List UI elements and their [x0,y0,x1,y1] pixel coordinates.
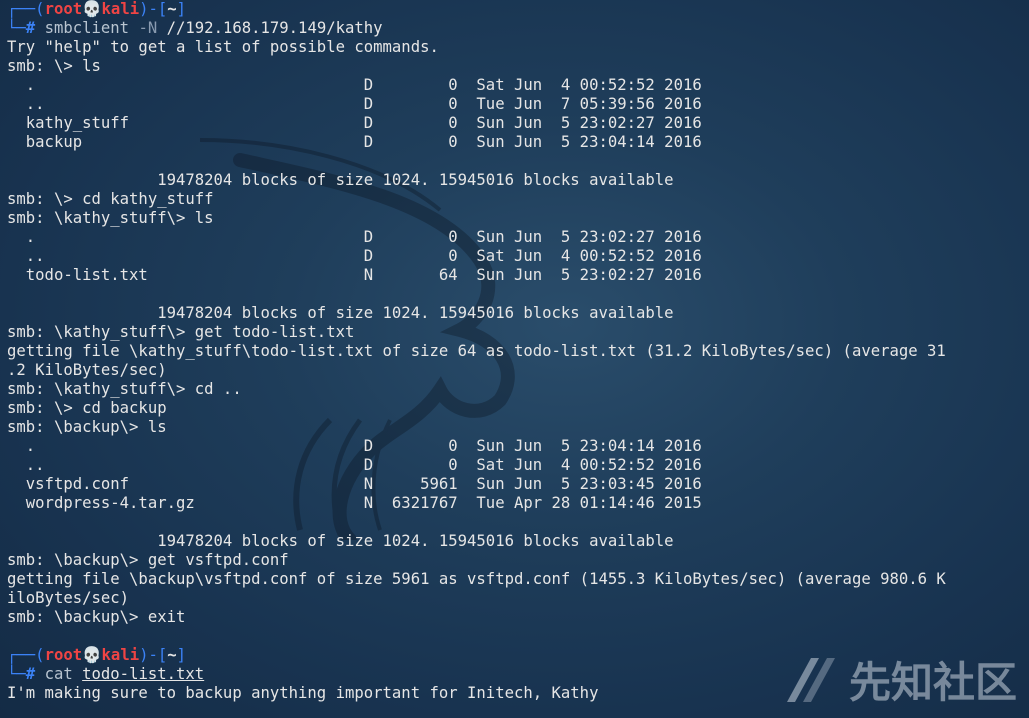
output-line: . D 0 Sun Jun 5 23:02:27 2016 [7,228,702,246]
output-line: .. D 0 Sat Jun 4 00:52:52 2016 [7,456,702,474]
skull-icon: 💀 [82,0,102,18]
output-line: 19478204 blocks of size 1024. 15945016 b… [7,304,674,322]
prompt-user: root [44,0,83,18]
output-line: smb: \> cd kathy_stuff [7,190,214,208]
output-line: iloBytes/sec) [7,589,130,607]
prompt-user-2: root [44,646,83,664]
output-line: Try "help" to get a list of possible com… [7,38,439,56]
xianzhi-logo-icon [786,657,835,702]
output-line: todo-list.txt N 64 Sun Jun 5 23:02:27 20… [7,266,702,284]
output-line: smb: \> cd backup [7,399,167,417]
skull-icon-2: 💀 [82,646,102,664]
output-line: .2 KiloBytes/sec) [7,361,167,379]
prompt-dir: ~ [167,0,177,18]
prompt-bottom-line: └─# smbclient -N //192.168.179.149/kathy [7,19,383,37]
command-name: smbclient [44,19,130,37]
output-line: backup D 0 Sun Jun 5 23:04:14 2016 [7,133,702,151]
terminal-window[interactable]: ┌──(root💀kali)-[~] └─# smbclient -N //19… [0,0,1029,718]
output-line: . D 0 Sat Jun 4 00:52:52 2016 [7,76,702,94]
prompt-host-2: kali [101,646,140,664]
watermark: 先知社区 [783,649,1017,710]
output-line: smb: \kathy_stuff\> get todo-list.txt [7,323,355,341]
output-line: getting file \backup\vsftpd.conf of size… [7,570,946,588]
terminal-output: Try "help" to get a list of possible com… [0,38,1029,646]
output-line: smb: \backup\> exit [7,608,186,626]
command-name-2: cat [44,665,73,683]
watermark-text: 先知社区 [848,658,1017,707]
prompt-top-line: ┌──(root💀kali)-[~] [7,0,187,18]
output-line: .. D 0 Sat Jun 4 00:52:52 2016 [7,247,702,265]
command-argument: //192.168.179.149/kathy [166,19,383,37]
output-line: smb: \> ls [7,57,101,75]
output-line: kathy_stuff D 0 Sun Jun 5 23:02:27 2016 [7,114,702,132]
output-line: 19478204 blocks of size 1024. 15945016 b… [7,532,674,550]
output-line: smb: \backup\> ls [7,418,167,436]
output-line: 19478204 blocks of size 1024. 15945016 b… [7,171,674,189]
output-line: wordpress-4.tar.gz N 6321767 Tue Apr 28 … [7,494,702,512]
prompt-host: kali [101,0,140,18]
output-line: smb: \kathy_stuff\> ls [7,209,214,227]
output-line: vsftpd.conf N 5961 Sun Jun 5 23:03:45 20… [7,475,702,493]
command-argument-2: todo-list.txt [82,665,205,683]
output-line: . D 0 Sun Jun 5 23:04:14 2016 [7,437,702,455]
output-line: smb: \backup\> get vsftpd.conf [7,551,289,569]
prompt-dir-2: ~ [167,646,177,664]
output-line: .. D 0 Tue Jun 7 05:39:56 2016 [7,95,702,113]
output-line: getting file \kathy_stuff\todo-list.txt … [7,342,946,360]
command-flag: -N [138,19,158,37]
output-line: smb: \kathy_stuff\> cd .. [7,380,242,398]
